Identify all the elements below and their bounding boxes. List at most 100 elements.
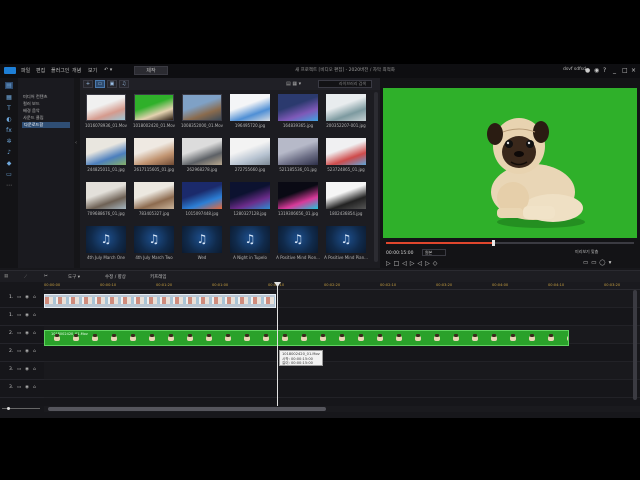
music-thumbnail[interactable]: ♫ — [182, 226, 222, 253]
filter-audio-icon[interactable]: ♫ — [119, 80, 129, 88]
track-header[interactable]: 1. ▭ ◉ ⌂ — [0, 290, 44, 308]
track-header[interactable]: 1. ▭ ◉ ⌂ — [0, 308, 44, 326]
image-thumbnail[interactable] — [134, 138, 174, 165]
track-eye-icon[interactable]: ◉ — [25, 295, 29, 300]
image-thumbnail[interactable] — [134, 182, 174, 209]
track-lock-icon[interactable]: ⌂ — [33, 313, 36, 318]
image-thumbnail[interactable] — [278, 138, 318, 165]
overlay-clip[interactable] — [44, 294, 276, 308]
music-thumbnail[interactable]: ♫ — [326, 226, 366, 253]
track-lane[interactable] — [44, 308, 640, 326]
timeline-playhead[interactable] — [277, 282, 278, 406]
zoom-knob[interactable] — [7, 407, 10, 410]
track-eye-icon[interactable]: ◉ — [25, 367, 29, 372]
snapshot-icon[interactable]: ▭ — [583, 260, 591, 266]
pip-room-icon[interactable]: ◐ — [5, 116, 13, 123]
track-visibility-icon[interactable]: ▭ — [17, 367, 21, 372]
timeline-ruler[interactable]: 00:00:00 00:00:10 00:01:20 00:01:00 00:02:10… — [44, 282, 640, 290]
image-thumbnail[interactable] — [326, 94, 366, 121]
image-thumbnail[interactable] — [86, 138, 126, 165]
play-icon[interactable]: ▷ — [386, 260, 394, 267]
track-header[interactable]: 3. ▭ ◉ ⌂ — [0, 380, 44, 398]
tools-menu[interactable]: 도구 ▾ — [68, 274, 80, 280]
track-lane[interactable] — [44, 362, 640, 380]
track-header[interactable]: 3. ▭ ◉ ⌂ — [0, 362, 44, 380]
video-thumbnail[interactable] — [182, 94, 222, 121]
filter-video-icon[interactable]: ▭ — [95, 80, 105, 88]
stop-icon[interactable]: □ — [394, 260, 403, 267]
next-frame-icon[interactable]: ▷ — [410, 260, 418, 267]
track-visibility-icon[interactable]: ▭ — [17, 349, 21, 354]
audio-room-icon[interactable]: ♪ — [5, 149, 13, 156]
music-thumbnail[interactable]: ♫ — [230, 226, 270, 253]
tree-item-downloads[interactable]: 다운로드함 — [22, 122, 70, 128]
track-lock-icon[interactable]: ⌂ — [33, 295, 36, 300]
track-visibility-icon[interactable]: ▭ — [17, 331, 21, 336]
track-visibility-icon[interactable]: ▭ — [17, 385, 21, 390]
tree-item-media[interactable]: 미디어 컨텐츠 — [23, 94, 47, 100]
track-eye-icon[interactable]: ◉ — [25, 349, 29, 354]
track-eye-icon[interactable]: ◉ — [25, 385, 29, 390]
fast-forward-icon[interactable]: ▷ — [425, 260, 433, 267]
track-visibility-icon[interactable]: ▭ — [17, 313, 21, 318]
track-header[interactable]: 2. ▭ ◉ ⌂ — [0, 344, 44, 362]
title-room-icon[interactable]: T — [5, 105, 13, 112]
image-thumbnail[interactable] — [326, 138, 366, 165]
track-lane[interactable] — [44, 380, 640, 398]
prev-frame-icon[interactable]: ◁ — [402, 260, 410, 267]
library-search-input[interactable]: 라이브러리 검색 — [318, 80, 372, 88]
split-icon[interactable]: ✂ — [44, 274, 48, 279]
timeline-hscroll-thumb[interactable] — [48, 407, 326, 411]
import-icon[interactable]: + — [83, 80, 93, 88]
track-eye-icon[interactable]: ◉ — [25, 313, 29, 318]
video-thumbnail[interactable] — [86, 94, 126, 121]
subtitle-room-icon[interactable]: ▭ — [5, 171, 13, 178]
image-thumbnail[interactable] — [230, 182, 270, 209]
image-thumbnail[interactable] — [86, 182, 126, 209]
fx-room-icon[interactable]: fx — [5, 127, 13, 134]
track-eye-icon[interactable]: ◉ — [25, 331, 29, 336]
chapter-room-icon[interactable]: ◆ — [5, 160, 13, 167]
transition-room-icon[interactable]: ▦ — [5, 94, 13, 101]
track-lock-icon[interactable]: ⌂ — [33, 385, 36, 390]
image-thumbnail[interactable] — [278, 94, 318, 121]
track-lane[interactable] — [44, 344, 640, 362]
timeline-zoom-slider[interactable] — [2, 407, 40, 411]
video-clip[interactable]: 1018002420_01.Mov — [44, 330, 569, 346]
filter-image-icon[interactable]: ▣ — [107, 80, 117, 88]
track-visibility-icon[interactable]: ▭ — [17, 295, 21, 300]
media-scrollbar[interactable] — [374, 92, 378, 262]
preview-zoom-select[interactable]: 미리보기 맞춤 — [575, 249, 598, 255]
collapse-arrow-icon[interactable]: ‹ — [75, 140, 77, 146]
preview-scrub-handle[interactable] — [491, 240, 495, 246]
tree-item-sound-clips[interactable]: 사운드 클립 — [23, 115, 44, 121]
more-icon[interactable]: ⋯ — [5, 182, 13, 189]
more-options-icon[interactable]: ▾ — [609, 260, 615, 266]
track-lock-icon[interactable]: ⌂ — [33, 367, 36, 372]
view-mode-icon[interactable]: ▤ ▦ ▾ — [286, 81, 301, 87]
settings-icon[interactable]: ◯ — [599, 260, 608, 266]
music-thumbnail[interactable]: ♫ — [86, 226, 126, 253]
media-room-icon[interactable]: ▤ — [5, 82, 13, 89]
track-lock-icon[interactable]: ⌂ — [33, 331, 36, 336]
image-thumbnail[interactable] — [278, 182, 318, 209]
timeline-vscrollbar[interactable] — [633, 290, 637, 400]
particle-room-icon[interactable]: ✲ — [5, 138, 13, 145]
tree-item-color-board[interactable]: 컬러 보드 — [23, 101, 40, 107]
fix-enhance-button[interactable]: 수정 / 향상 — [105, 274, 126, 280]
timeline-mode-icon[interactable]: ⟋ — [24, 274, 27, 280]
image-thumbnail[interactable] — [182, 182, 222, 209]
video-thumbnail[interactable] — [134, 94, 174, 121]
track-lock-icon[interactable]: ⌂ — [33, 349, 36, 354]
image-thumbnail[interactable] — [326, 182, 366, 209]
tree-item-bgm[interactable]: 배경 음악 — [23, 108, 40, 114]
volume-icon[interactable]: ◇ — [433, 260, 441, 267]
storyboard-icon[interactable]: ▦ — [4, 274, 8, 279]
music-thumbnail[interactable]: ♫ — [134, 226, 174, 253]
image-thumbnail[interactable] — [182, 138, 222, 165]
image-thumbnail[interactable] — [230, 138, 270, 165]
quality-select[interactable]: 원본 — [422, 249, 446, 256]
track-header[interactable]: 2. ▭ ◉ ⌂ — [0, 326, 44, 344]
image-thumbnail[interactable] — [230, 94, 270, 121]
music-thumbnail[interactable]: ♫ — [278, 226, 318, 253]
